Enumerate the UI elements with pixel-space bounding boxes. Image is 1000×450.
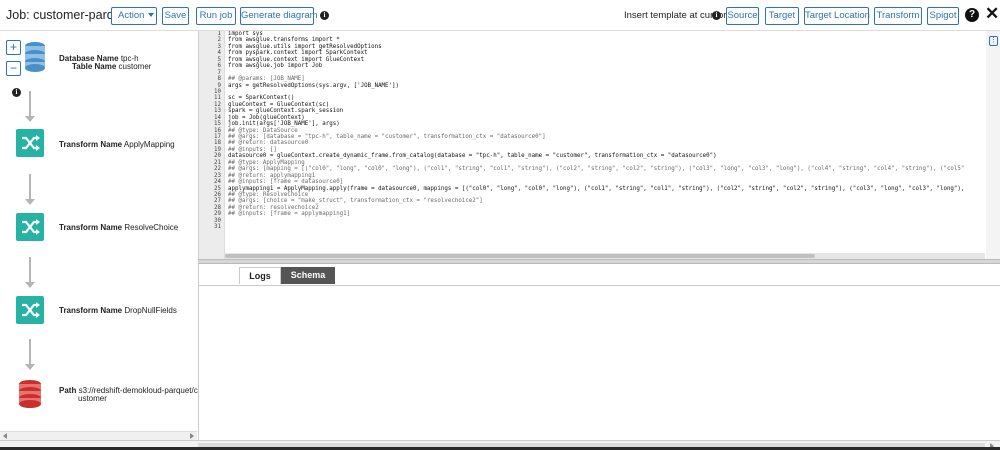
flow-arrow xyxy=(25,257,35,288)
line-number-gutter: 1 2 3 4 5 6 7 8 9 10 11 12 13 14 15 16 17 18 19 20 21 22 23 24 2… xyxy=(199,31,225,259)
info-icon[interactable]: i xyxy=(12,88,21,97)
job-header: Job: customer-parquet Action Save Run jo… xyxy=(0,0,1000,31)
diagram-panel: + − Database Name tpc-h Table Name custo… xyxy=(0,31,198,440)
transform-node-icon[interactable] xyxy=(16,129,44,157)
more-options-icon[interactable]: ⋮ xyxy=(989,36,998,46)
target-path-continuation: ustomer xyxy=(78,394,107,403)
transform-name-key: Transform Name xyxy=(59,140,123,149)
s3-target-icon[interactable] xyxy=(17,379,43,409)
target-template-button[interactable]: Target xyxy=(765,7,799,25)
transform-label-resolvechoice: Transform Name ResolveChoice xyxy=(59,223,178,233)
scrollbar-thumb[interactable] xyxy=(225,254,815,258)
script-editor[interactable]: 1 2 3 4 5 6 7 8 9 10 11 12 13 14 15 16 17 18 19 20 21 22 23 24 2… xyxy=(198,31,1000,259)
output-panel: Logs Schema xyxy=(198,264,1000,440)
transform-name-value: ApplyMapping xyxy=(123,140,175,149)
transform-name-value: DropNullFields xyxy=(124,306,177,315)
transform-name-value: ResolveChoice xyxy=(124,223,179,232)
spigot-template-button[interactable]: Spigot xyxy=(927,7,959,25)
shuffle-icon xyxy=(22,302,40,318)
generate-diagram-button[interactable]: Generate diagram xyxy=(240,7,318,25)
tab-schema[interactable]: Schema xyxy=(281,267,335,284)
code-line: ## @args: [mapping = [("col0", "long", "… xyxy=(228,166,965,173)
transform-name-key: Transform Name xyxy=(59,223,123,232)
flow-arrow xyxy=(25,339,35,370)
target-location-template-button[interactable]: Target Location xyxy=(804,7,870,25)
transform-label-dropnullfields: Transform Name DropNullFields xyxy=(59,306,177,316)
zoom-in-button[interactable]: + xyxy=(6,40,21,55)
footer xyxy=(0,440,1000,450)
run-job-button[interactable]: Run job xyxy=(196,7,236,25)
database-icon[interactable] xyxy=(24,41,46,73)
transform-template-button[interactable]: Transform xyxy=(874,7,922,25)
shuffle-icon xyxy=(22,219,40,235)
tab-logs[interactable]: Logs xyxy=(239,267,281,284)
flow-arrow xyxy=(25,174,35,205)
table-name-key: Table Name xyxy=(72,62,117,71)
tab-divider xyxy=(199,285,1000,286)
action-dropdown-button[interactable]: Action xyxy=(111,7,157,25)
transform-node-icon[interactable] xyxy=(16,296,44,324)
shuffle-icon xyxy=(22,135,40,151)
help-icon[interactable]: ? xyxy=(965,8,979,22)
zoom-out-button[interactable]: − xyxy=(6,61,21,76)
info-icon[interactable]: i xyxy=(712,11,721,20)
editor-vertical-scrollbar[interactable]: ⋮ xyxy=(986,31,1000,259)
info-icon[interactable]: i xyxy=(320,11,329,20)
source-template-button[interactable]: Source xyxy=(726,7,759,25)
action-label: Action xyxy=(118,10,145,21)
transform-label-applymapping: Transform Name ApplyMapping xyxy=(59,140,175,150)
path-key: Path xyxy=(59,386,77,395)
transform-node-icon[interactable] xyxy=(16,213,44,241)
code-line: applymapping1 = ApplyMapping.apply(frame… xyxy=(228,185,965,192)
scroll-left-icon[interactable] xyxy=(3,433,7,439)
line-number: 31 xyxy=(214,224,221,231)
diagram-horizontal-scrollbar[interactable] xyxy=(0,431,197,440)
code-area[interactable]: import sys from awsglue.transforms import… xyxy=(228,31,988,253)
flow-arrow xyxy=(25,91,35,122)
transform-name-key: Transform Name xyxy=(59,306,123,315)
source-table-label: Table Name customer xyxy=(72,62,151,72)
save-button[interactable]: Save xyxy=(162,7,189,25)
caret-down-icon xyxy=(148,13,155,18)
scroll-right-icon[interactable] xyxy=(190,433,194,439)
table-name-value: customer xyxy=(118,62,152,71)
close-icon[interactable]: ✕ xyxy=(985,5,999,23)
